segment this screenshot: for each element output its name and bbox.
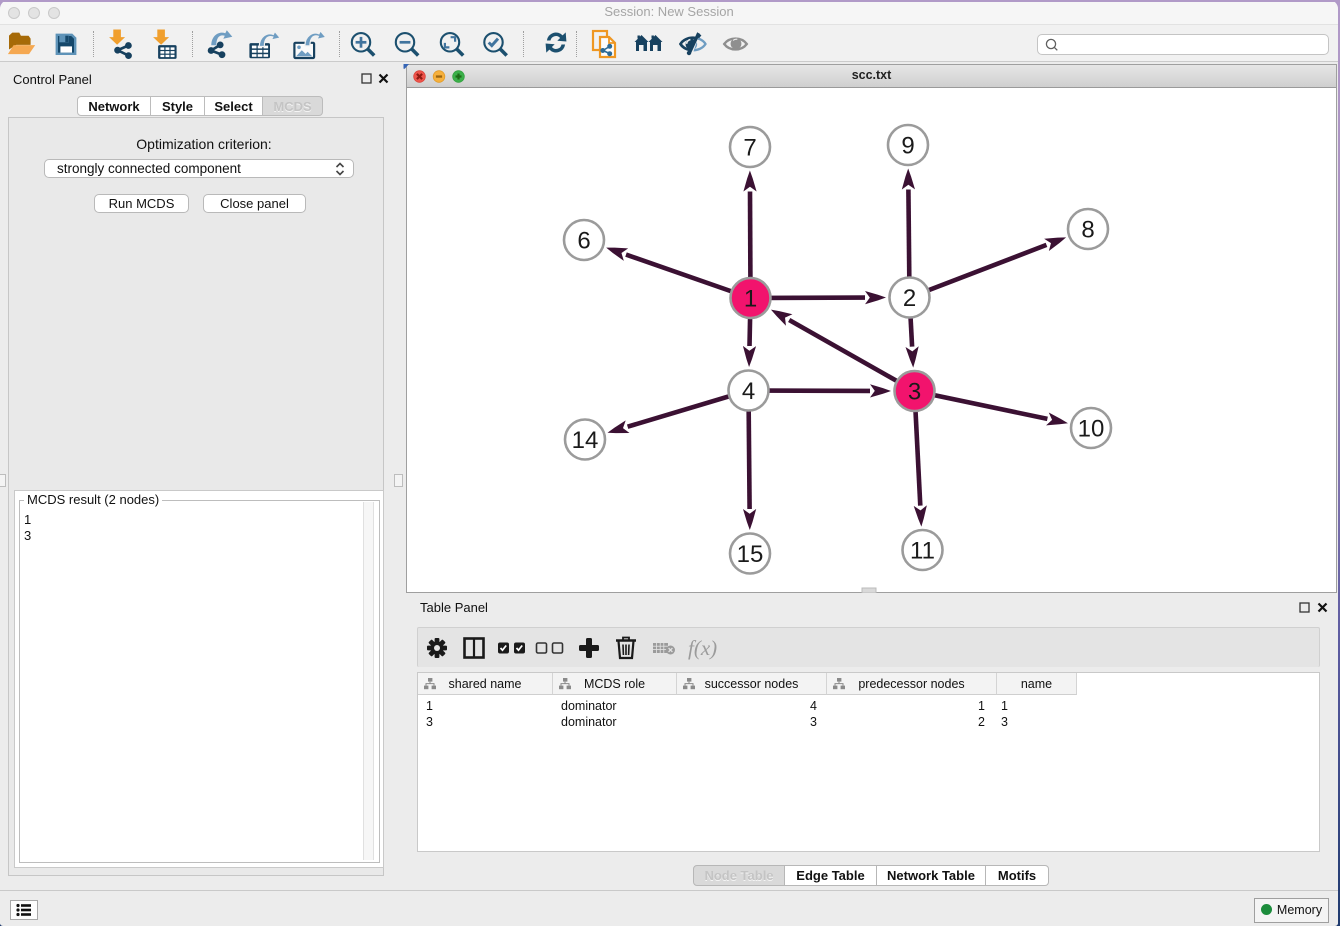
svg-text:2: 2 — [903, 285, 916, 312]
svg-text:4: 4 — [742, 378, 755, 405]
svg-text:1: 1 — [744, 285, 757, 312]
svg-text:14: 14 — [572, 427, 599, 454]
svg-text:10: 10 — [1078, 415, 1105, 442]
svg-text:15: 15 — [737, 541, 764, 568]
svg-text:8: 8 — [1081, 216, 1094, 243]
svg-text:3: 3 — [908, 378, 921, 405]
svg-text:9: 9 — [901, 132, 914, 159]
svg-text:7: 7 — [743, 134, 756, 161]
svg-text:f(x): f(x) — [688, 636, 717, 660]
svg-text:6: 6 — [577, 227, 590, 254]
svg-text:11: 11 — [910, 537, 935, 564]
